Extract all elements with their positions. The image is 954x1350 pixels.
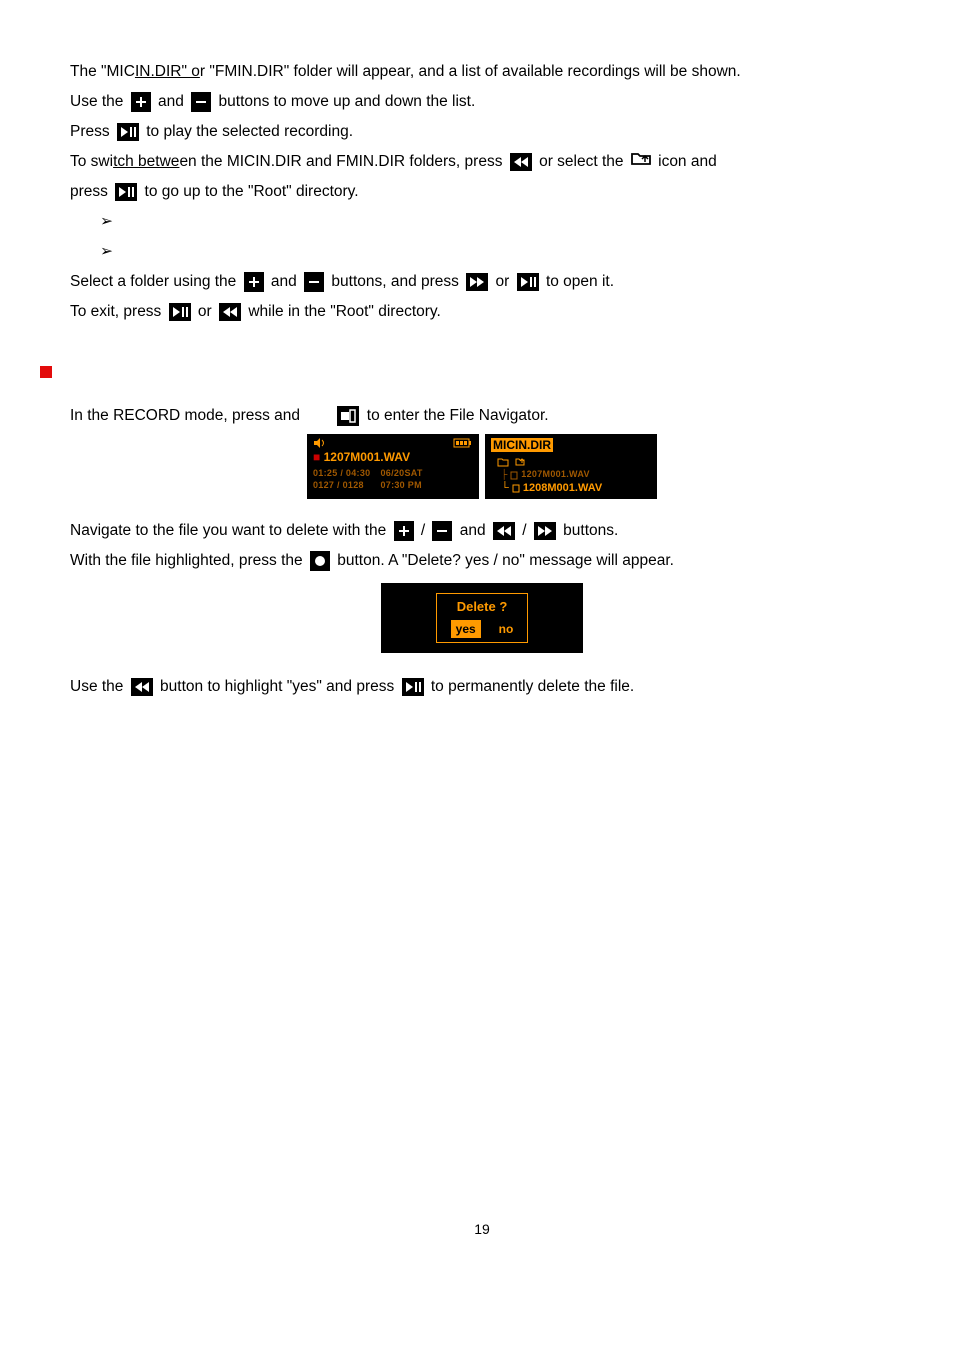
section-marker (40, 360, 894, 384)
record-icon (310, 551, 330, 571)
line-8: In the RECORD mode, press and to enter t… (70, 404, 894, 428)
page-number: 19 (70, 1219, 894, 1241)
bullet-1: ➢ (100, 210, 894, 234)
line-10: With the file highlighted, press the but… (70, 549, 894, 573)
line-3: Press to play the selected recording. (70, 120, 894, 144)
play-pause-icon (402, 678, 424, 696)
lcd-left: ■ 1207M001.WAV 01:25 / 04:30 0127 / 0128… (307, 434, 479, 499)
line-7: To exit, press or while in the "Root" di… (70, 300, 894, 324)
line-5: press to go up to the "Root" directory. (70, 180, 894, 204)
play-pause-icon (517, 273, 539, 291)
plus-icon (131, 92, 151, 112)
play-pause-icon (115, 183, 137, 201)
rewind-icon (131, 678, 153, 696)
folder-up-icon (631, 150, 651, 174)
play-pause-icon (117, 123, 139, 141)
delete-dialog-screenshot: Delete ? yes no (70, 583, 894, 653)
battery-icon (453, 438, 473, 448)
bullet-2: ➢ (100, 240, 894, 264)
line-2: Use the and buttons to move up and down … (70, 90, 894, 114)
minus-icon (304, 272, 324, 292)
lcd-filename: 1207M001.WAV (324, 450, 411, 464)
lcd-right: MICIN.DIR ├ 1207M001.WAV └ 1208M001.WAV (485, 434, 657, 499)
plus-icon (394, 521, 414, 541)
line-9: Navigate to the file you want to delete … (70, 519, 894, 543)
line-4: To switch between the MICIN.DIR and FMIN… (70, 150, 894, 174)
line-11: Use the button to highlight "yes" and pr… (70, 675, 894, 699)
rewind-icon (493, 522, 515, 540)
line-6: Select a folder using the and buttons, a… (70, 270, 894, 294)
rewind-icon (219, 303, 241, 321)
minus-icon (432, 521, 452, 541)
delete-question: Delete ? (451, 597, 514, 617)
line-1: The "MICIN.DIR" or "FMIN.DIR" folder wil… (70, 60, 894, 84)
play-pause-icon (169, 303, 191, 321)
forward-icon (466, 273, 488, 291)
yes-option: yes (451, 620, 481, 639)
stop-nav-icon (337, 406, 359, 426)
lcd-screenshots: ■ 1207M001.WAV 01:25 / 04:30 0127 / 0128… (70, 434, 894, 499)
rewind-icon (510, 153, 532, 171)
no-option: no (499, 620, 514, 639)
lcd-dir-highlight: MICIN.DIR (491, 438, 553, 452)
plus-icon (244, 272, 264, 292)
forward-icon (534, 522, 556, 540)
speaker-icon (313, 438, 327, 448)
minus-icon (191, 92, 211, 112)
